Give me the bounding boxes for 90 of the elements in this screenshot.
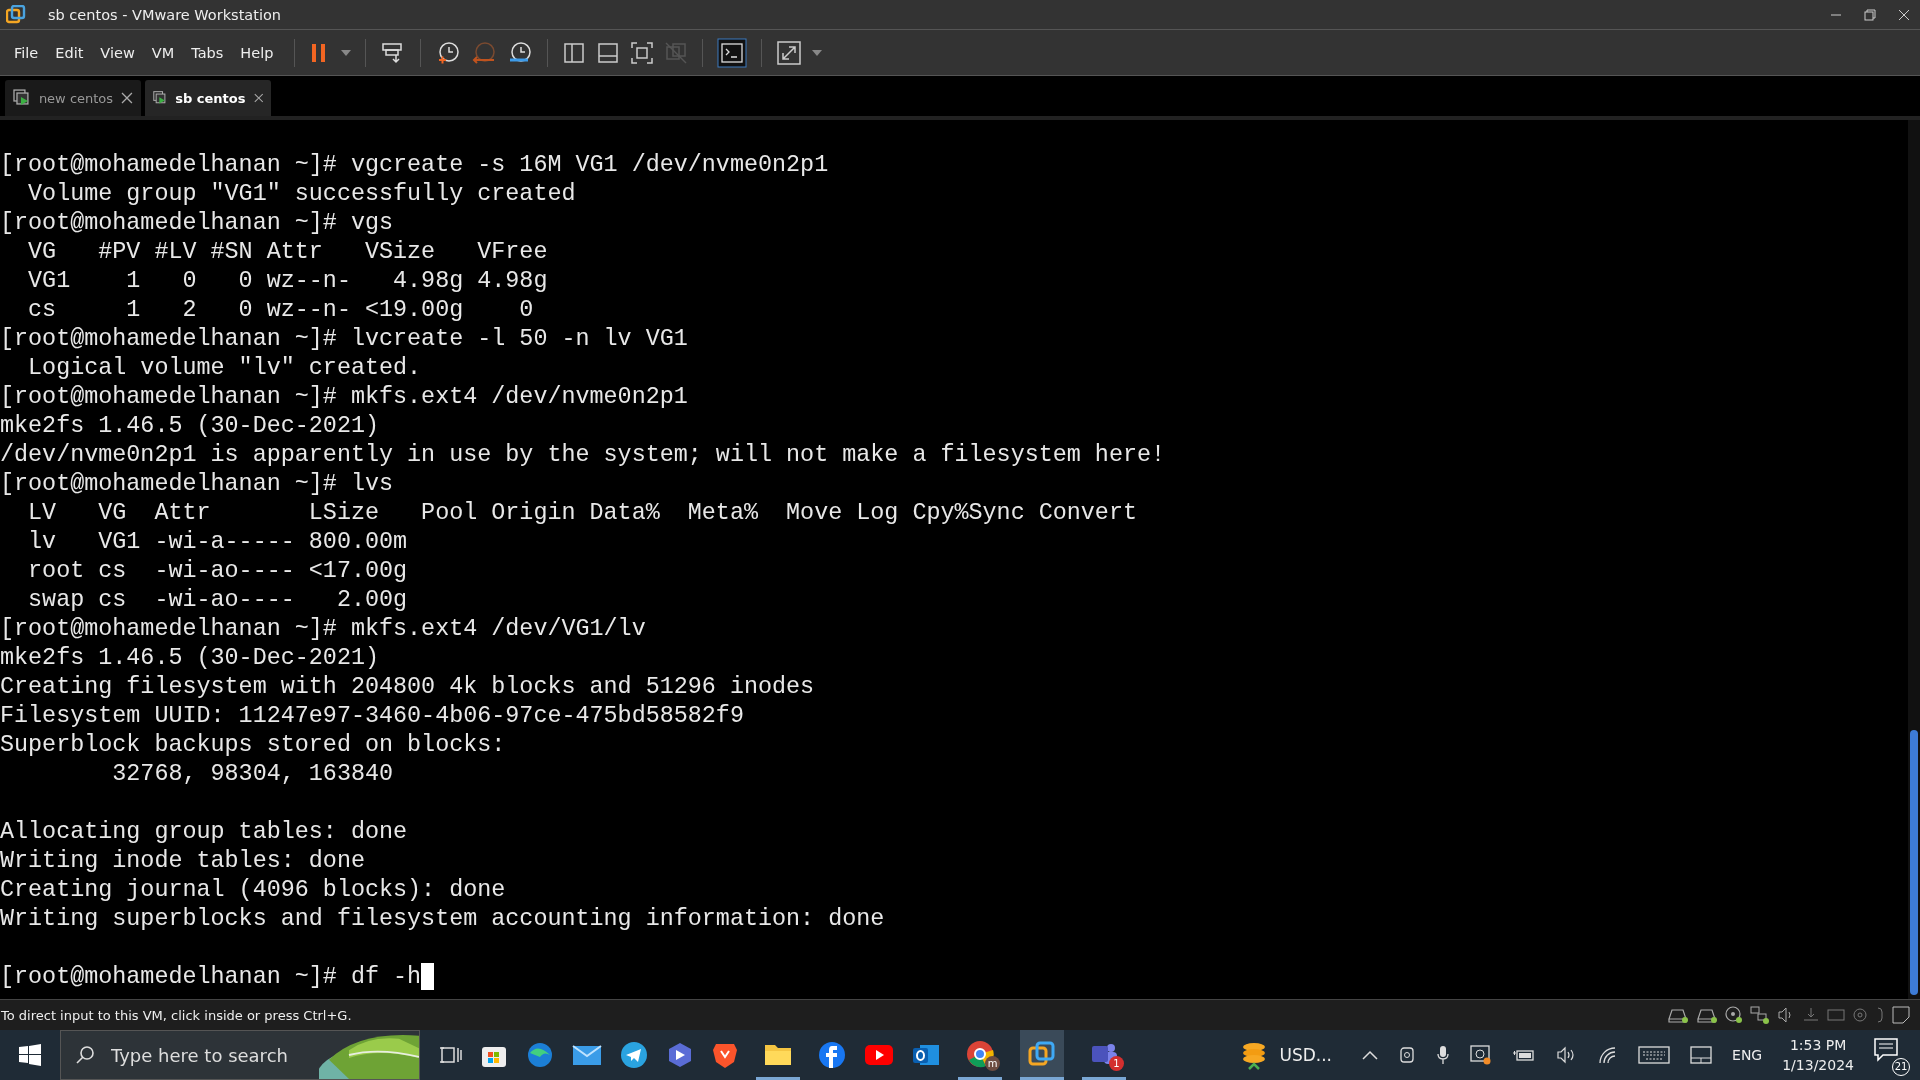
clock-date: 1/13/2024 <box>1782 1056 1854 1075</box>
menu-item[interactable]: File <box>14 44 39 61</box>
battery-icon[interactable] <box>1512 1047 1537 1063</box>
currency-widget[interactable]: USD... <box>1279 1045 1333 1065</box>
terminal-line: Creating filesystem with 204800 4k blocks and 51296 inodes <box>0 674 815 700</box>
profile-badge: m <box>985 1056 1000 1071</box>
terminal-line: [root@mohamedelhanan ~]# mkfs.ext4 /dev/nvme0n2p1 <box>0 384 688 410</box>
sync-icon[interactable] <box>1470 1045 1493 1065</box>
console-view-icon[interactable] <box>717 37 748 68</box>
terminal-line: Filesystem UUID: 11247e97-3460-4b06-97ce-475bd58582f9 <box>0 703 744 729</box>
terminal-line: VG1 1 0 0 wz--n- 4.98g 4.98g <box>27 268 548 294</box>
clock-time: 1:53 PM <box>1789 1036 1847 1055</box>
search-input[interactable]: Type here to search <box>109 1043 313 1067</box>
terminal-line: Superblock backups stored on blocks: <box>0 732 506 758</box>
terminal-line: Volume group "VG1" successfully created <box>27 181 576 207</box>
terminal-line: cs 1 2 0 wz--n- <19.00g 0 <box>27 297 534 323</box>
terminal-line: swap cs -wi-ao---- 2.00g <box>27 587 408 613</box>
hexagon-app-icon[interactable] <box>666 1041 694 1069</box>
terminal-line: Creating journal (4096 blocks): done <box>0 877 506 903</box>
mail-icon[interactable] <box>572 1043 602 1067</box>
terminal-line: root cs -wi-ao---- <17.00g <box>27 558 408 584</box>
terminal-line: 32768, 98304, 163840 <box>111 761 394 787</box>
menu-item[interactable]: Tabs <box>191 44 224 61</box>
terminal-line: LV VG Attr LSize Pool Origin Data% Meta% Move Log Cpy%Sync Convert <box>27 500 1137 526</box>
vm-tab[interactable]: new centos <box>5 80 141 116</box>
notification-count: 21 <box>1892 1058 1910 1076</box>
close-icon[interactable] <box>253 92 263 104</box>
message-icon[interactable] <box>1892 1006 1912 1024</box>
menu-item[interactable]: Edit <box>55 44 84 61</box>
menu-item[interactable]: Help <box>240 44 274 61</box>
search-bar[interactable]: Type here to search <box>60 1030 420 1080</box>
terminal-line: [root@mohamedelhanan ~]# df -h <box>0 964 422 990</box>
menu-item[interactable]: VM <box>151 44 175 61</box>
terminal-line: VG #PV #LV #SN Attr VSize VFree <box>27 239 548 265</box>
terminal-line: [root@mohamedelhanan ~]# vgs <box>0 210 394 236</box>
paper-plane-icon[interactable] <box>620 1041 648 1069</box>
terminal-line: Writing inode tables: done <box>0 848 365 874</box>
caret-icon[interactable] <box>812 49 823 56</box>
task-view-icon[interactable] <box>440 1044 462 1066</box>
browser-icon[interactable] <box>526 1041 554 1069</box>
caret-icon[interactable] <box>341 49 352 56</box>
app-logo-icon <box>6 4 26 25</box>
terminal-line: [root@mohamedelhanan ~]# mkfs.ext4 /dev/VG1/lv <box>0 616 646 642</box>
menu-item[interactable]: View <box>100 44 135 61</box>
vm-tab[interactable]: sb centos <box>145 80 271 116</box>
sidebar-icon[interactable] <box>562 40 587 65</box>
close-icon[interactable] <box>1898 8 1910 21</box>
notification-badge: 1 <box>1109 1056 1124 1071</box>
terminal-line: [root@mohamedelhanan ~]# lvs <box>0 471 394 497</box>
taskbar-button[interactable]: m <box>958 1030 1002 1080</box>
social-app-icon[interactable] <box>818 1041 846 1069</box>
language-indicator[interactable]: ENG <box>1732 1047 1763 1063</box>
tab-label: new centos <box>38 90 114 106</box>
terminal-line: Allocating group tables: done <box>0 819 408 845</box>
microphone-icon[interactable] <box>1436 1045 1451 1065</box>
terminal-line: mke2fs 1.46.5 (30-Dec-2021) <box>0 413 379 439</box>
window-title: sb centos - VMware Workstation <box>48 6 281 23</box>
thumbnail-bar-icon[interactable] <box>596 40 621 65</box>
taskbar-button[interactable] <box>1020 1030 1064 1080</box>
unity-icon <box>664 40 689 65</box>
full-screen-icon[interactable] <box>630 40 655 65</box>
status-text: To direct input to this VM, click inside or press Ctrl+G. <box>1 1007 352 1023</box>
keyboard-icon[interactable] <box>1638 1045 1671 1065</box>
camera-icon[interactable] <box>1398 1046 1417 1064</box>
app-logo-icon <box>1028 1039 1056 1068</box>
stretch-icon[interactable] <box>776 39 803 66</box>
revert-icon[interactable] <box>471 39 498 66</box>
terminal-line: Writing superblocks and filesystem accounting information: done <box>0 906 885 932</box>
notification-center-icon[interactable] <box>1874 1038 1900 1062</box>
cd-drive-icon[interactable] <box>1725 1006 1743 1024</box>
chevron-up-icon[interactable] <box>1362 1050 1379 1060</box>
search-icon <box>75 1045 95 1065</box>
touchpad-icon[interactable] <box>1690 1046 1713 1064</box>
disc-icon[interactable] <box>1852 1007 1868 1023</box>
taskbar-button[interactable]: 1 <box>1082 1030 1126 1080</box>
terminal-line: [root@mohamedelhanan ~]# vgcreate -s 16M VG1 /dev/nvme0n2p1 <box>0 152 829 178</box>
terminal-line: [root@mohamedelhanan ~]# lvcreate -l 50 -n lv VG1 <box>0 326 688 352</box>
terminal-line: /dev/nvme0n2p1 is apparently in use by the system; will not make a filesystem here! <box>0 442 1166 468</box>
terminal-line: mke2fs 1.46.5 (30-Dec-2021) <box>0 645 379 671</box>
start-icon[interactable] <box>19 1044 41 1066</box>
terminal-line: Logical volume "lv" created. <box>27 355 422 381</box>
tab-label: sb centos <box>175 90 246 106</box>
video-app-icon[interactable] <box>864 1044 894 1066</box>
clock[interactable]: 1:53 PM 1/13/2024 <box>1782 1035 1854 1075</box>
terminal-line: lv VG1 -wi-a----- 800.00m <box>27 529 408 555</box>
network-icon[interactable] <box>1750 1006 1770 1024</box>
scrollbar-thumb[interactable] <box>1910 730 1918 995</box>
vm-icon <box>13 89 31 107</box>
close-icon[interactable] <box>121 92 133 104</box>
restore-icon[interactable] <box>1864 8 1876 21</box>
